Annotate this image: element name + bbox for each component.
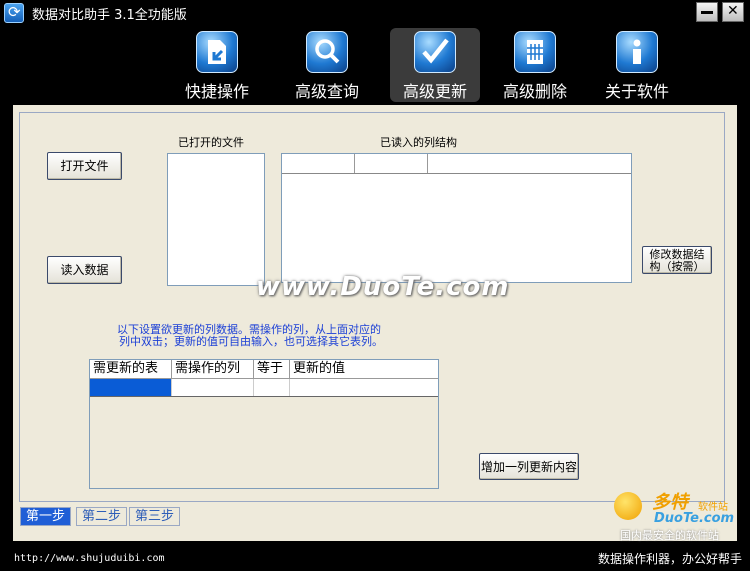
open-file-button[interactable]: 打开文件 xyxy=(47,152,122,180)
column-structure-header xyxy=(282,154,631,174)
nav-label: 高级更新 xyxy=(402,82,467,101)
window-title: 数据对比助手 3.1全功能版 xyxy=(32,8,187,23)
instruction-line: 列中双击；更新的值可自由输入，也可选择其它表列。 xyxy=(119,335,383,348)
watermark-tagline: 国内最安全的软件站 xyxy=(620,529,719,542)
grid-column-header[interactable]: 等于 xyxy=(254,360,290,378)
tab-step-two[interactable]: 第二步 xyxy=(76,507,128,526)
watermark-text: www.DuoTe.com xyxy=(256,272,510,302)
table-row[interactable] xyxy=(90,379,438,397)
modify-label-line2: 构（按需） xyxy=(649,260,705,273)
grid-cell[interactable] xyxy=(254,379,290,396)
info-icon xyxy=(616,31,658,73)
nav-advanced-query[interactable]: 高级查询 xyxy=(282,28,372,102)
minimize-button[interactable] xyxy=(696,2,718,22)
add-update-column-button[interactable]: 增加一列更新内容 xyxy=(479,453,579,480)
magnifier-icon xyxy=(306,31,348,73)
grid-cell[interactable] xyxy=(172,379,254,396)
instruction-text: 以下设置欲更新的列数据。需操作的列，从上面对应的 列中双击；更新的值可自由输入，… xyxy=(117,324,417,348)
trash-icon xyxy=(514,31,556,73)
grid-column-header[interactable]: 需操作的列 xyxy=(172,360,254,378)
app-icon xyxy=(4,3,24,23)
nav-label: 高级删除 xyxy=(502,82,567,101)
modify-structure-button[interactable]: 修改数据结 构（按需） xyxy=(642,246,712,274)
nav-quick-actions[interactable]: 快捷操作 xyxy=(172,28,262,102)
checkmark-icon xyxy=(414,31,456,73)
footer-url: http://www.shujuduibi.com xyxy=(14,553,165,564)
close-button[interactable] xyxy=(722,2,744,22)
nav-label: 高级查询 xyxy=(294,82,359,101)
tab-step-three[interactable]: 第三步 xyxy=(129,507,181,526)
nav-about-software[interactable]: 关于软件 xyxy=(592,28,682,102)
quick-action-icon xyxy=(196,31,238,73)
grid-cell-selected[interactable] xyxy=(90,379,172,396)
grid-column-header[interactable]: 更新的值 xyxy=(290,360,438,378)
footer-slogan: 数据操作利器，办公好帮手 xyxy=(598,552,743,566)
nav-label: 关于软件 xyxy=(604,82,669,101)
read-columns-label: 已读入的列结构 xyxy=(380,136,457,149)
grid-cell[interactable] xyxy=(290,379,438,396)
mascot-logo-icon xyxy=(614,492,642,520)
nav-label: 快捷操作 xyxy=(184,82,249,101)
opened-files-label: 已打开的文件 xyxy=(178,136,244,149)
tab-step-one[interactable]: 第一步 xyxy=(20,507,72,526)
grid-column-header[interactable]: 需更新的表 xyxy=(90,360,172,378)
opened-files-list[interactable] xyxy=(167,153,265,286)
watermark-logo-domain: DuoTe.com xyxy=(654,511,735,526)
update-grid-header: 需更新的表 需操作的列 等于 更新的值 xyxy=(90,360,438,379)
nav-advanced-update[interactable]: 高级更新 xyxy=(390,28,480,102)
read-data-button[interactable]: 读入数据 xyxy=(47,256,122,284)
nav-advanced-delete[interactable]: 高级删除 xyxy=(490,28,580,102)
